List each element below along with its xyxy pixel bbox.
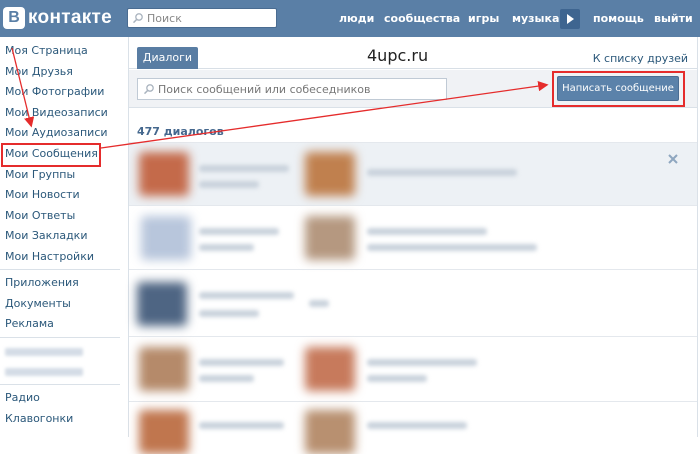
sidebar-item-settings[interactable]: Мои Настройки xyxy=(5,250,94,263)
dialog-preview xyxy=(199,422,284,429)
dialog-preview xyxy=(199,359,284,366)
dialog-row[interactable] xyxy=(129,205,697,269)
nav-help[interactable]: помощь xyxy=(593,12,644,25)
dialogs-toolbar: Поиск сообщений или собеседников Написат… xyxy=(129,70,697,108)
search-icon xyxy=(143,84,154,95)
sidebar-item-documents[interactable]: Документы xyxy=(5,297,71,310)
friends-list-link[interactable]: К списку друзей xyxy=(593,52,688,65)
avatar xyxy=(305,216,355,260)
sidebar-item-photos[interactable]: Мои Фотографии xyxy=(5,85,104,98)
message-search-placeholder: Поиск сообщений или собеседников xyxy=(158,83,371,96)
sidebar-item-bookmarks[interactable]: Мои Закладки xyxy=(5,229,87,242)
dialog-preview xyxy=(199,244,254,251)
avatar xyxy=(139,410,189,454)
global-search-input[interactable]: Поиск xyxy=(127,8,277,28)
avatar xyxy=(305,347,355,391)
dialog-count: 477 диалогов xyxy=(137,125,224,138)
vk-logo[interactable]: B контакте xyxy=(3,6,112,30)
messages-highlight-frame xyxy=(1,143,101,167)
message-search-input[interactable]: Поиск сообщений или собеседников xyxy=(137,78,447,100)
avatar xyxy=(139,347,189,391)
watermark-text: 4upc.ru xyxy=(367,46,429,65)
sidebar-item-answers[interactable]: Мои Ответы xyxy=(5,209,75,222)
avatar xyxy=(137,282,187,326)
nav-people[interactable]: люди xyxy=(339,12,374,25)
nav-music[interactable]: музыка xyxy=(512,12,559,25)
blurred-sidebar-item[interactable] xyxy=(5,348,83,356)
blurred-sidebar-item[interactable] xyxy=(5,368,83,376)
nav-communities[interactable]: сообщества xyxy=(384,12,460,25)
dialog-preview xyxy=(199,310,259,317)
dialog-preview xyxy=(309,300,329,307)
dialog-preview xyxy=(199,292,294,299)
play-icon[interactable] xyxy=(560,9,580,29)
sidebar-divider xyxy=(0,269,120,270)
sidebar-divider xyxy=(0,337,120,338)
sidebar-item-radio[interactable]: Радио xyxy=(5,391,40,404)
logo-mark-icon: B xyxy=(3,7,25,29)
sidebar-item-apps[interactable]: Приложения xyxy=(5,276,79,289)
dialog-row[interactable] xyxy=(129,269,697,336)
top-bar: B контакте Поиск люди сообщества игры му… xyxy=(0,0,700,37)
dialog-preview xyxy=(199,165,289,172)
sidebar-item-news[interactable]: Мои Новости xyxy=(5,188,80,201)
sidebar-item-audio[interactable]: Мои Аудиозаписи xyxy=(5,126,108,139)
close-icon[interactable] xyxy=(667,153,679,165)
dialogs-panel: Диалоги 4upc.ru К списку друзей Поиск со… xyxy=(128,37,698,454)
avatar xyxy=(141,216,191,260)
dialog-row[interactable] xyxy=(129,142,697,205)
dialog-preview xyxy=(367,228,487,235)
avatar xyxy=(139,152,189,196)
nav-logout[interactable]: выйти xyxy=(654,12,693,25)
global-search-placeholder: Поиск xyxy=(147,12,182,25)
dialog-preview xyxy=(199,375,254,382)
sidebar-item-friends[interactable]: Мои Друзья xyxy=(5,65,73,78)
sidebar-item-klavogonki[interactable]: Клавогонки xyxy=(5,412,73,425)
dialog-preview xyxy=(367,375,427,382)
left-sidebar: Моя Страница Мои Друзья Мои Фотографии М… xyxy=(0,37,120,437)
avatar xyxy=(305,410,355,454)
sidebar-item-videos[interactable]: Мои Видеозаписи xyxy=(5,106,108,119)
logo-text: контакте xyxy=(28,7,112,28)
dialog-preview xyxy=(199,228,279,235)
tab-bar: Диалоги 4upc.ru К списку друзей xyxy=(129,37,697,69)
dialog-preview xyxy=(367,244,537,251)
nav-games[interactable]: игры xyxy=(468,12,499,25)
search-icon xyxy=(132,13,143,24)
dialog-preview xyxy=(367,169,517,176)
sidebar-item-ads[interactable]: Реклама xyxy=(5,317,54,330)
dialog-preview xyxy=(367,359,477,366)
sidebar-item-groups[interactable]: Мои Группы xyxy=(5,168,75,181)
dialog-preview xyxy=(367,422,467,429)
dialog-row[interactable] xyxy=(129,336,697,401)
dialog-row[interactable] xyxy=(129,401,697,454)
dialog-preview xyxy=(199,181,259,188)
sidebar-divider xyxy=(0,384,120,385)
write-button-highlight-frame xyxy=(552,71,685,107)
tab-dialogs[interactable]: Диалоги xyxy=(137,47,198,69)
sidebar-item-my-page[interactable]: Моя Страница xyxy=(5,44,88,57)
avatar xyxy=(305,152,355,196)
